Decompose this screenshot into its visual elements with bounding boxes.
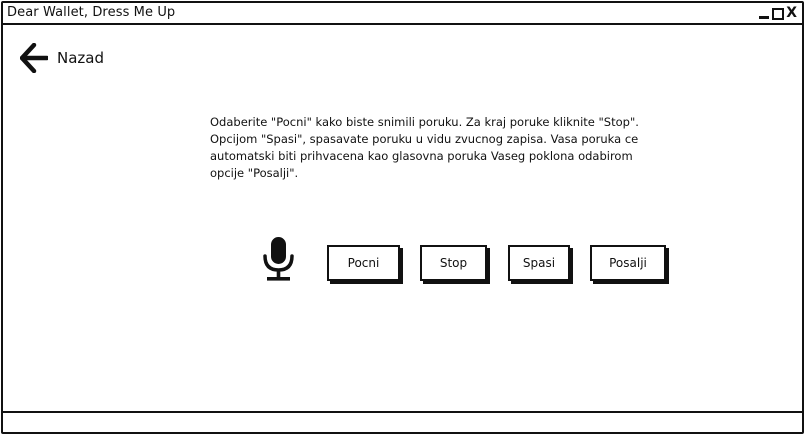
back-label: Nazad xyxy=(57,49,104,67)
window-title: Dear Wallet, Dress Me Up xyxy=(7,5,176,20)
spasi-button[interactable]: Spasi xyxy=(508,245,570,281)
close-icon[interactable]: X xyxy=(786,4,798,22)
stop-button[interactable]: Stop xyxy=(420,245,487,281)
posalji-button[interactable]: Posalji xyxy=(590,245,666,281)
window-controls: X xyxy=(759,4,798,22)
arrow-left-icon xyxy=(20,43,48,73)
status-bar xyxy=(3,411,802,432)
minimize-icon[interactable] xyxy=(759,15,770,19)
back-button[interactable]: Nazad xyxy=(20,43,104,73)
title-bar: Dear Wallet, Dress Me Up X xyxy=(3,3,802,25)
pocni-button[interactable]: Pocni xyxy=(327,245,400,281)
instruction-text: Odaberite "Pocni" kako biste snimili por… xyxy=(210,115,639,180)
maximize-icon[interactable] xyxy=(772,7,785,20)
app-window: Dear Wallet, Dress Me Up X Nazad Odaberi… xyxy=(1,1,804,434)
microphone-icon xyxy=(263,237,294,281)
